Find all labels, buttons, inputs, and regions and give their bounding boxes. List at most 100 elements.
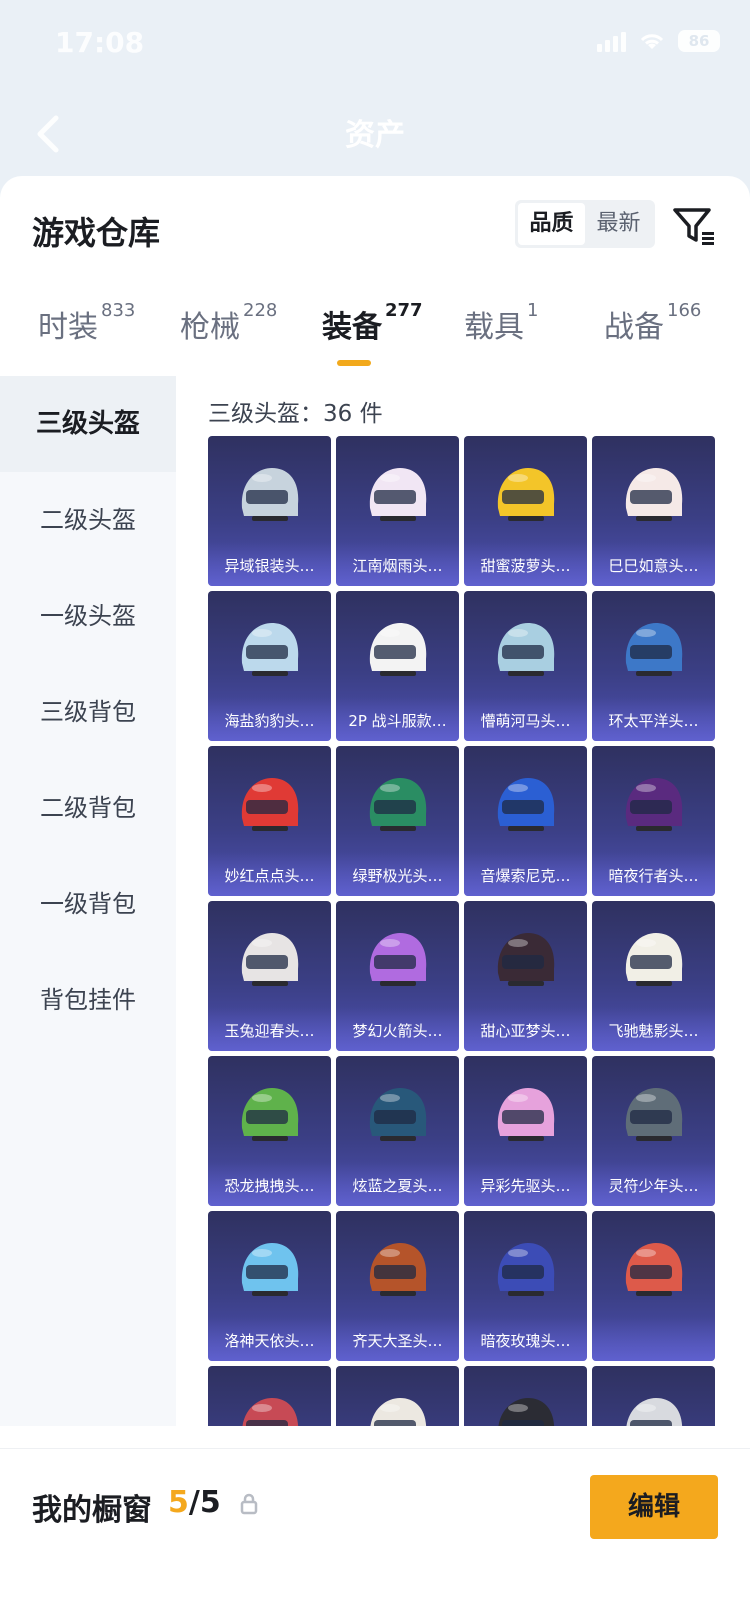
item-card[interactable]: [592, 1366, 715, 1426]
sidebar-item-level3-backpack[interactable]: 三级背包: [0, 664, 176, 760]
helmet-icon: [241, 623, 299, 676]
item-card[interactable]: [464, 1366, 587, 1426]
helmet-icon: [241, 1088, 299, 1141]
lock-icon: [240, 1493, 258, 1515]
item-card[interactable]: 海盐豹豹头…: [208, 591, 331, 741]
item-card-label: 玉兔迎春头…: [224, 1022, 315, 1040]
sort-newest-button[interactable]: 最新: [585, 203, 652, 245]
item-card[interactable]: 玉兔迎春头…: [208, 901, 331, 1051]
item-card-label: 妙红点点头…: [224, 867, 315, 885]
item-card[interactable]: 灵符少年头…: [592, 1056, 715, 1206]
item-card-label: 暗夜行者头…: [608, 867, 699, 885]
tab-guns[interactable]: 枪械 228: [180, 300, 277, 346]
showcase-bar: 我的橱窗 5/5 编辑: [0, 1448, 750, 1624]
item-card[interactable]: 江南烟雨头…: [336, 436, 459, 586]
helmet-icon: [497, 623, 555, 676]
item-card[interactable]: [336, 1366, 459, 1426]
tab-equipment[interactable]: 装备 277: [322, 300, 423, 346]
sidebar-item-backpack-charm[interactable]: 背包挂件: [0, 952, 176, 1048]
item-card[interactable]: 妙红点点头…: [208, 746, 331, 896]
helmet-icon: [369, 1088, 427, 1141]
item-card-label: 环太平洋头…: [608, 712, 699, 730]
item-card[interactable]: 懵萌河马头…: [464, 591, 587, 741]
item-card[interactable]: 甜心亚梦头…: [464, 901, 587, 1051]
helmet-icon: [369, 1243, 427, 1296]
item-card[interactable]: 飞驰魅影头…: [592, 901, 715, 1051]
item-card-label: 甜心亚梦头…: [480, 1022, 571, 1040]
filter-icon[interactable]: [672, 206, 716, 246]
active-tab-indicator: [337, 360, 371, 366]
showcase-count: 5/5: [168, 1485, 221, 1520]
helmet-icon: [625, 933, 683, 986]
sort-quality-button[interactable]: 品质: [518, 203, 585, 245]
sidebar-item-level1-backpack[interactable]: 一级背包: [0, 856, 176, 952]
item-card[interactable]: 甜蜜菠萝头…: [464, 436, 587, 586]
edit-button[interactable]: 编辑: [590, 1475, 718, 1539]
item-card[interactable]: [592, 1211, 715, 1361]
helmet-icon: [241, 778, 299, 831]
tab-vehicles[interactable]: 载具 1: [464, 300, 538, 346]
item-card[interactable]: 暗夜玫瑰头…: [464, 1211, 587, 1361]
helmet-icon: [498, 1398, 555, 1426]
item-card-label: 恐龙拽拽头…: [224, 1177, 315, 1195]
item-card[interactable]: 梦幻火箭头…: [336, 901, 459, 1051]
sidebar-item-level3-helmet[interactable]: 三级头盔: [0, 376, 176, 472]
item-card[interactable]: 炫蓝之夏头…: [336, 1056, 459, 1206]
item-card-label: 炫蓝之夏头…: [352, 1177, 443, 1195]
helmet-icon: [369, 468, 427, 521]
grid-heading: 三级头盔：36 件: [208, 401, 383, 427]
sidebar-item-level2-helmet[interactable]: 二级头盔: [0, 472, 176, 568]
item-card-label: 巳巳如意头…: [608, 557, 699, 575]
helmet-icon: [497, 1243, 555, 1296]
item-card-label: 甜蜜菠萝头…: [480, 557, 571, 575]
content-area: 三级头盔 二级头盔 一级头盔 三级背包 二级背包 一级背包 背包挂件 三级头盔：…: [0, 376, 750, 1426]
tab-battle-gear[interactable]: 战备 166: [604, 300, 701, 346]
item-card[interactable]: 2P 战斗服款…: [336, 591, 459, 741]
sort-toggle: 品质 最新: [515, 200, 655, 248]
helmet-icon: [241, 933, 299, 986]
item-card[interactable]: 巳巳如意头…: [592, 436, 715, 586]
item-card-label: 灵符少年头…: [608, 1177, 699, 1195]
category-tabs: 时装 833 枪械 228 装备 277 载具 1 战备 166: [0, 292, 750, 362]
item-card[interactable]: 恐龙拽拽头…: [208, 1056, 331, 1206]
sidebar-item-level2-backpack[interactable]: 二级背包: [0, 760, 176, 856]
item-card-label: 异彩先驱头…: [480, 1177, 571, 1195]
item-card-label: 暗夜玫瑰头…: [480, 1332, 571, 1350]
item-card-label: 海盐豹豹头…: [224, 712, 315, 730]
helmet-icon: [625, 1088, 683, 1141]
helmet-icon: [497, 1088, 555, 1141]
item-card[interactable]: 异域银装头…: [208, 436, 331, 586]
status-icons: 86: [597, 30, 720, 52]
helmet-icon: [625, 778, 683, 831]
signal-icon: [597, 30, 626, 52]
helmet-icon: [241, 468, 299, 521]
helmet-icon: [369, 623, 427, 676]
helmet-icon: [497, 933, 555, 986]
item-card-label: 异域银装头…: [224, 557, 315, 575]
tab-fashion[interactable]: 时装 833: [38, 300, 135, 346]
item-card-label: 飞驰魅影头…: [608, 1022, 699, 1040]
sidebar-item-level1-helmet[interactable]: 一级头盔: [0, 568, 176, 664]
helmet-icon: [242, 1398, 299, 1426]
item-card-label: 2P 战斗服款…: [348, 712, 447, 730]
item-card[interactable]: 环太平洋头…: [592, 591, 715, 741]
item-card[interactable]: 暗夜行者头…: [592, 746, 715, 896]
battery-icon: 86: [678, 30, 720, 52]
status-time: 17:08: [55, 26, 145, 59]
item-card[interactable]: 异彩先驱头…: [464, 1056, 587, 1206]
helmet-icon: [625, 1243, 683, 1296]
wifi-icon: [638, 31, 666, 51]
item-card-label: 梦幻火箭头…: [352, 1022, 443, 1040]
item-card[interactable]: [208, 1366, 331, 1426]
helmet-icon: [370, 1398, 427, 1426]
item-card[interactable]: 音爆索尼克…: [464, 746, 587, 896]
sheet-title: 游戏仓库: [32, 214, 161, 252]
item-card-label: 江南烟雨头…: [352, 557, 443, 575]
item-card[interactable]: 洛神天依头…: [208, 1211, 331, 1361]
helmet-icon: [369, 778, 427, 831]
item-card-label: 懵萌河马头…: [480, 712, 571, 730]
helmet-icon: [625, 468, 683, 521]
item-card[interactable]: 绿野极光头…: [336, 746, 459, 896]
item-card[interactable]: 齐天大圣头…: [336, 1211, 459, 1361]
helmet-icon: [625, 623, 683, 676]
